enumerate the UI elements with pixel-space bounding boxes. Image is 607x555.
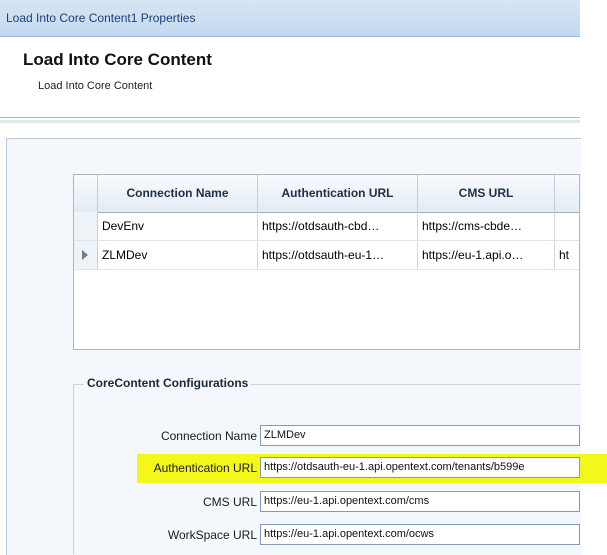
authentication-url-field[interactable]: https://otdsauth-eu-1.api.opentext.com/t… xyxy=(260,457,580,478)
header-divider-shadow xyxy=(0,120,580,123)
authentication-url-label: Authentication URL xyxy=(153,461,257,475)
connection-name-field[interactable]: ZLMDev xyxy=(260,425,580,446)
cell-extra[interactable]: ht xyxy=(555,241,581,269)
cell-connection-name[interactable]: ZLMDev xyxy=(98,241,258,269)
cell-connection-name[interactable]: DevEnv xyxy=(98,212,258,240)
connection-name-label: Connection Name xyxy=(160,429,257,443)
cms-url-field[interactable]: https://eu-1.api.opentext.com/cms xyxy=(260,491,580,512)
cell-extra[interactable] xyxy=(555,212,581,240)
column-header-authentication-url[interactable]: Authentication URL xyxy=(258,175,418,212)
grid-corner-cell xyxy=(74,175,98,212)
workspace-url-label: WorkSpace URL xyxy=(167,528,257,542)
table-row[interactable]: DevEnv https://otdsauth-cbd… https://cms… xyxy=(74,212,579,241)
page-title: Load Into Core Content xyxy=(23,50,212,69)
cell-authentication-url[interactable]: https://otdsauth-cbd… xyxy=(258,212,418,240)
page-subtitle: Load Into Core Content xyxy=(38,80,153,92)
cell-cms-url[interactable]: https://eu-1.api.o… xyxy=(418,241,555,269)
table-row[interactable]: ZLMDev https://otdsauth-eu-1… https://eu… xyxy=(74,241,579,270)
current-row-arrow-icon xyxy=(82,250,88,260)
group-legend: CoreContent Configurations xyxy=(84,376,252,390)
grid-header: Connection Name Authentication URL CMS U… xyxy=(74,175,579,213)
window-titlebar: Load Into Core Content1 Properties xyxy=(0,0,580,37)
cell-cms-url[interactable]: https://cms-cbde… xyxy=(418,212,555,240)
column-header-cms-url[interactable]: CMS URL xyxy=(418,175,555,212)
cms-url-label: CMS URL xyxy=(202,495,257,509)
cell-authentication-url[interactable]: https://otdsauth-eu-1… xyxy=(258,241,418,269)
column-header-extra[interactable] xyxy=(555,175,581,212)
header-divider xyxy=(0,117,580,118)
row-header-selected[interactable] xyxy=(74,241,98,269)
row-header[interactable] xyxy=(74,212,98,240)
column-header-connection-name[interactable]: Connection Name xyxy=(98,175,258,212)
page-header: Load Into Core Content Load Into Core Co… xyxy=(0,37,580,117)
connections-grid[interactable]: Connection Name Authentication URL CMS U… xyxy=(73,174,580,350)
window-title: Load Into Core Content1 Properties xyxy=(6,11,196,25)
workspace-url-field[interactable]: https://eu-1.api.opentext.com/ocws xyxy=(260,524,580,545)
